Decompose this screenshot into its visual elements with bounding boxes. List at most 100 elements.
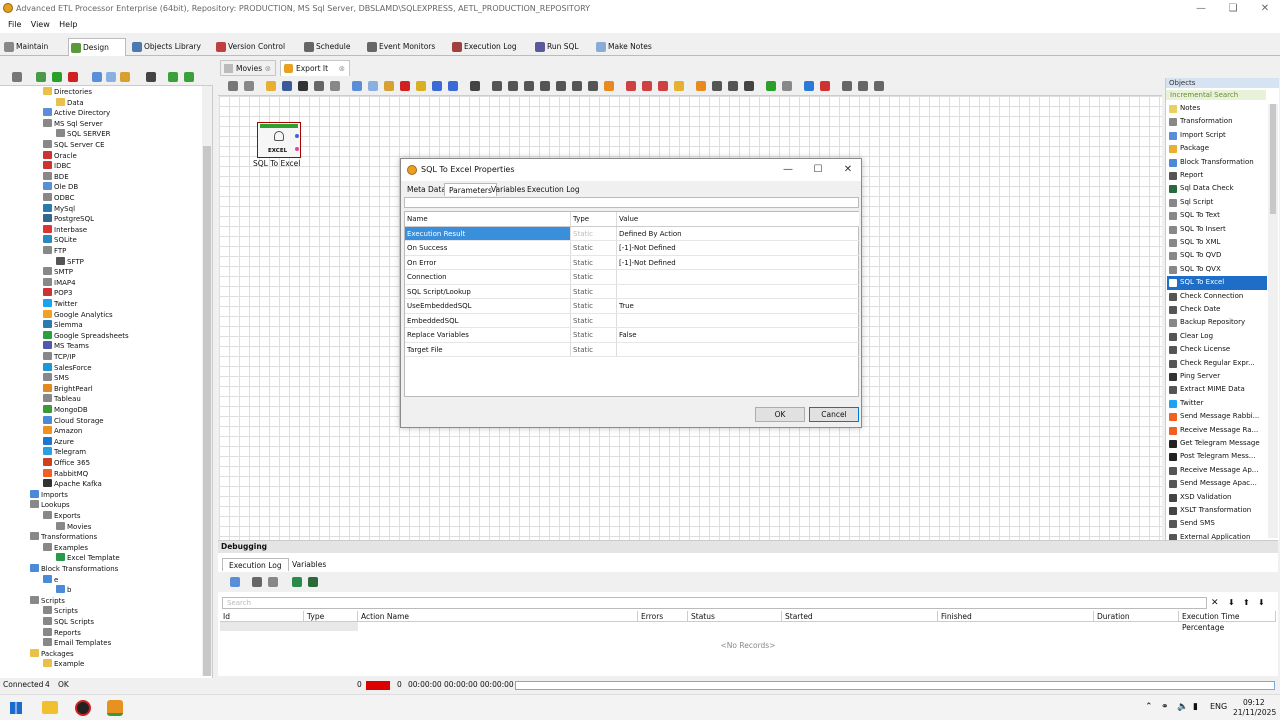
object-item[interactable]: SQL To XML — [1167, 236, 1267, 249]
tree-item[interactable]: b — [56, 585, 71, 596]
column-header[interactable]: Name — [405, 212, 571, 226]
tab-execution-log[interactable]: Execution Log — [222, 558, 289, 571]
column-header[interactable]: Errors — [638, 611, 688, 622]
cell-value[interactable] — [617, 285, 619, 299]
tree-item[interactable]: ODBC — [43, 193, 74, 204]
tab-movies[interactable]: Movies ⊗ — [220, 60, 276, 76]
object-item[interactable]: Extract MIME Data — [1167, 383, 1267, 396]
main-tab-objects-library[interactable]: Objects Library — [130, 38, 208, 56]
find-icon[interactable] — [470, 81, 480, 91]
tree-item[interactable]: Transformations — [30, 532, 97, 543]
dialog-close-button[interactable]: ✕ — [833, 159, 863, 181]
edit-icon[interactable] — [244, 81, 254, 91]
cancel-button[interactable]: Cancel — [809, 407, 859, 422]
object-item[interactable]: Receive Message Ap... — [1167, 464, 1267, 477]
menu-view[interactable]: View — [31, 20, 50, 29]
delete-icon[interactable] — [68, 72, 78, 82]
cell-type[interactable]: Static — [571, 299, 617, 313]
tree-item[interactable]: SQL Server CE — [43, 140, 105, 151]
tree-item[interactable]: Azure — [43, 436, 74, 448]
paste-icon[interactable] — [120, 72, 130, 82]
tree-item[interactable]: Directories — [43, 87, 92, 98]
file-explorer-icon[interactable] — [42, 701, 58, 714]
cell-type[interactable]: Static — [571, 313, 617, 327]
refresh-icon[interactable] — [230, 577, 240, 587]
table-row[interactable]: Execution Result Static Defined By Action — [405, 226, 859, 241]
main-tab-make-notes[interactable]: Make Notes — [594, 38, 654, 56]
zoom-in-icon[interactable] — [842, 81, 852, 91]
clear-icon[interactable] — [416, 81, 426, 91]
tree-item[interactable]: Lookups — [30, 500, 70, 511]
object-item[interactable]: SQL To Excel — [1167, 276, 1267, 290]
cell-value[interactable]: False — [617, 328, 637, 342]
etl-processor-taskbar-icon[interactable] — [107, 700, 123, 716]
tree-item[interactable]: PostgreSQL — [43, 214, 94, 225]
tree-item[interactable]: IMAP4 — [43, 277, 76, 289]
sql-to-excel-node[interactable]: EXCEL — [257, 122, 301, 158]
tree-item[interactable]: Scripts — [43, 606, 78, 617]
object-item[interactable]: Report — [1167, 169, 1267, 182]
object-item[interactable]: Block Transformation — [1167, 156, 1267, 169]
object-item[interactable]: Backup Repository — [1167, 316, 1267, 329]
tree-item[interactable]: Block Transformations — [30, 564, 118, 575]
save-as-icon[interactable] — [298, 81, 308, 91]
menu-help[interactable]: Help — [59, 20, 77, 29]
tree-item[interactable]: Google Analytics — [43, 309, 113, 321]
expand-all-icon[interactable] — [168, 72, 178, 82]
object-item[interactable]: SQL To Text — [1167, 209, 1267, 222]
column-header[interactable]: Execution Time Percentage — [1179, 611, 1276, 632]
cell-name[interactable]: SQL Script/Lookup — [405, 284, 571, 298]
ok-button[interactable]: OK — [755, 407, 805, 422]
object-item[interactable]: Sql Data Check — [1167, 182, 1267, 195]
tab-meta-data[interactable]: Meta Data — [403, 183, 450, 196]
snap-icon[interactable] — [604, 81, 614, 91]
cell-type[interactable]: Static — [571, 284, 617, 298]
table-row[interactable]: On Error Static [-1]-Not Defined — [405, 255, 859, 270]
tree-item[interactable]: Examples — [43, 542, 88, 554]
language-indicator[interactable]: ENG — [1210, 702, 1227, 711]
object-item[interactable]: Send Message Rabbi... — [1167, 410, 1267, 423]
battery-icon[interactable]: ▮ — [1193, 702, 1198, 712]
tree-item[interactable]: Excel Template — [56, 553, 120, 564]
column-header[interactable]: Started — [782, 611, 938, 622]
dialog-maximize-button[interactable]: ☐ — [803, 159, 833, 181]
incremental-search-input[interactable]: Incremental Search — [1166, 90, 1266, 100]
tree-item[interactable]: Scripts — [30, 595, 65, 607]
object-item[interactable]: Get Telegram Message — [1167, 437, 1267, 450]
app-taskbar-icon[interactable] — [75, 700, 91, 716]
object-item[interactable]: Import Script — [1167, 129, 1267, 142]
calendar-icon[interactable] — [642, 81, 652, 91]
minimize-button[interactable]: — — [1186, 0, 1216, 17]
debug-search-input[interactable]: Search — [222, 597, 1207, 609]
layout-icon[interactable] — [228, 81, 238, 91]
objects-scrollbar[interactable] — [1268, 104, 1278, 538]
table-row[interactable]: SQL Script/Lookup Static — [405, 284, 859, 299]
table-row[interactable]: On Success Static [-1]-Not Defined — [405, 241, 859, 256]
cell-value[interactable]: Defined By Action — [617, 227, 682, 241]
paste-icon[interactable] — [384, 81, 394, 91]
cell-value[interactable] — [617, 314, 619, 328]
cell-name[interactable]: EmbeddedSQL — [405, 313, 571, 327]
tree-item[interactable]: SFTP — [56, 256, 84, 268]
chevron-up-icon[interactable]: ⌃ — [1145, 702, 1153, 712]
pointer-icon[interactable] — [696, 81, 706, 91]
column-header[interactable]: Duration — [1094, 611, 1179, 622]
main-tab-run-sql[interactable]: Run SQL — [533, 38, 589, 56]
run-icon[interactable] — [804, 81, 814, 91]
dialog-minimize-button[interactable]: — — [773, 159, 803, 181]
object-item[interactable]: Check Date — [1167, 303, 1267, 316]
tree-item[interactable]: Telegram — [43, 447, 86, 458]
tree-item[interactable]: Google Spreadsheets — [43, 330, 129, 342]
rectangle-icon[interactable] — [712, 81, 722, 91]
grid-icon[interactable] — [588, 81, 598, 91]
object-item[interactable]: XSLT Transformation — [1167, 504, 1267, 517]
tree-item[interactable]: BrightPearl — [43, 383, 93, 395]
cell-value[interactable]: [-1]-Not Defined — [617, 241, 676, 255]
column-header[interactable]: Action Name — [358, 611, 638, 622]
cell-type[interactable]: Static — [571, 226, 617, 240]
align-bottom-icon[interactable] — [572, 81, 582, 91]
redo-icon[interactable] — [448, 81, 458, 91]
object-item[interactable]: Ping Server — [1167, 370, 1267, 383]
object-item[interactable]: Send SMS — [1167, 517, 1267, 530]
object-item[interactable]: Check License — [1167, 343, 1267, 356]
